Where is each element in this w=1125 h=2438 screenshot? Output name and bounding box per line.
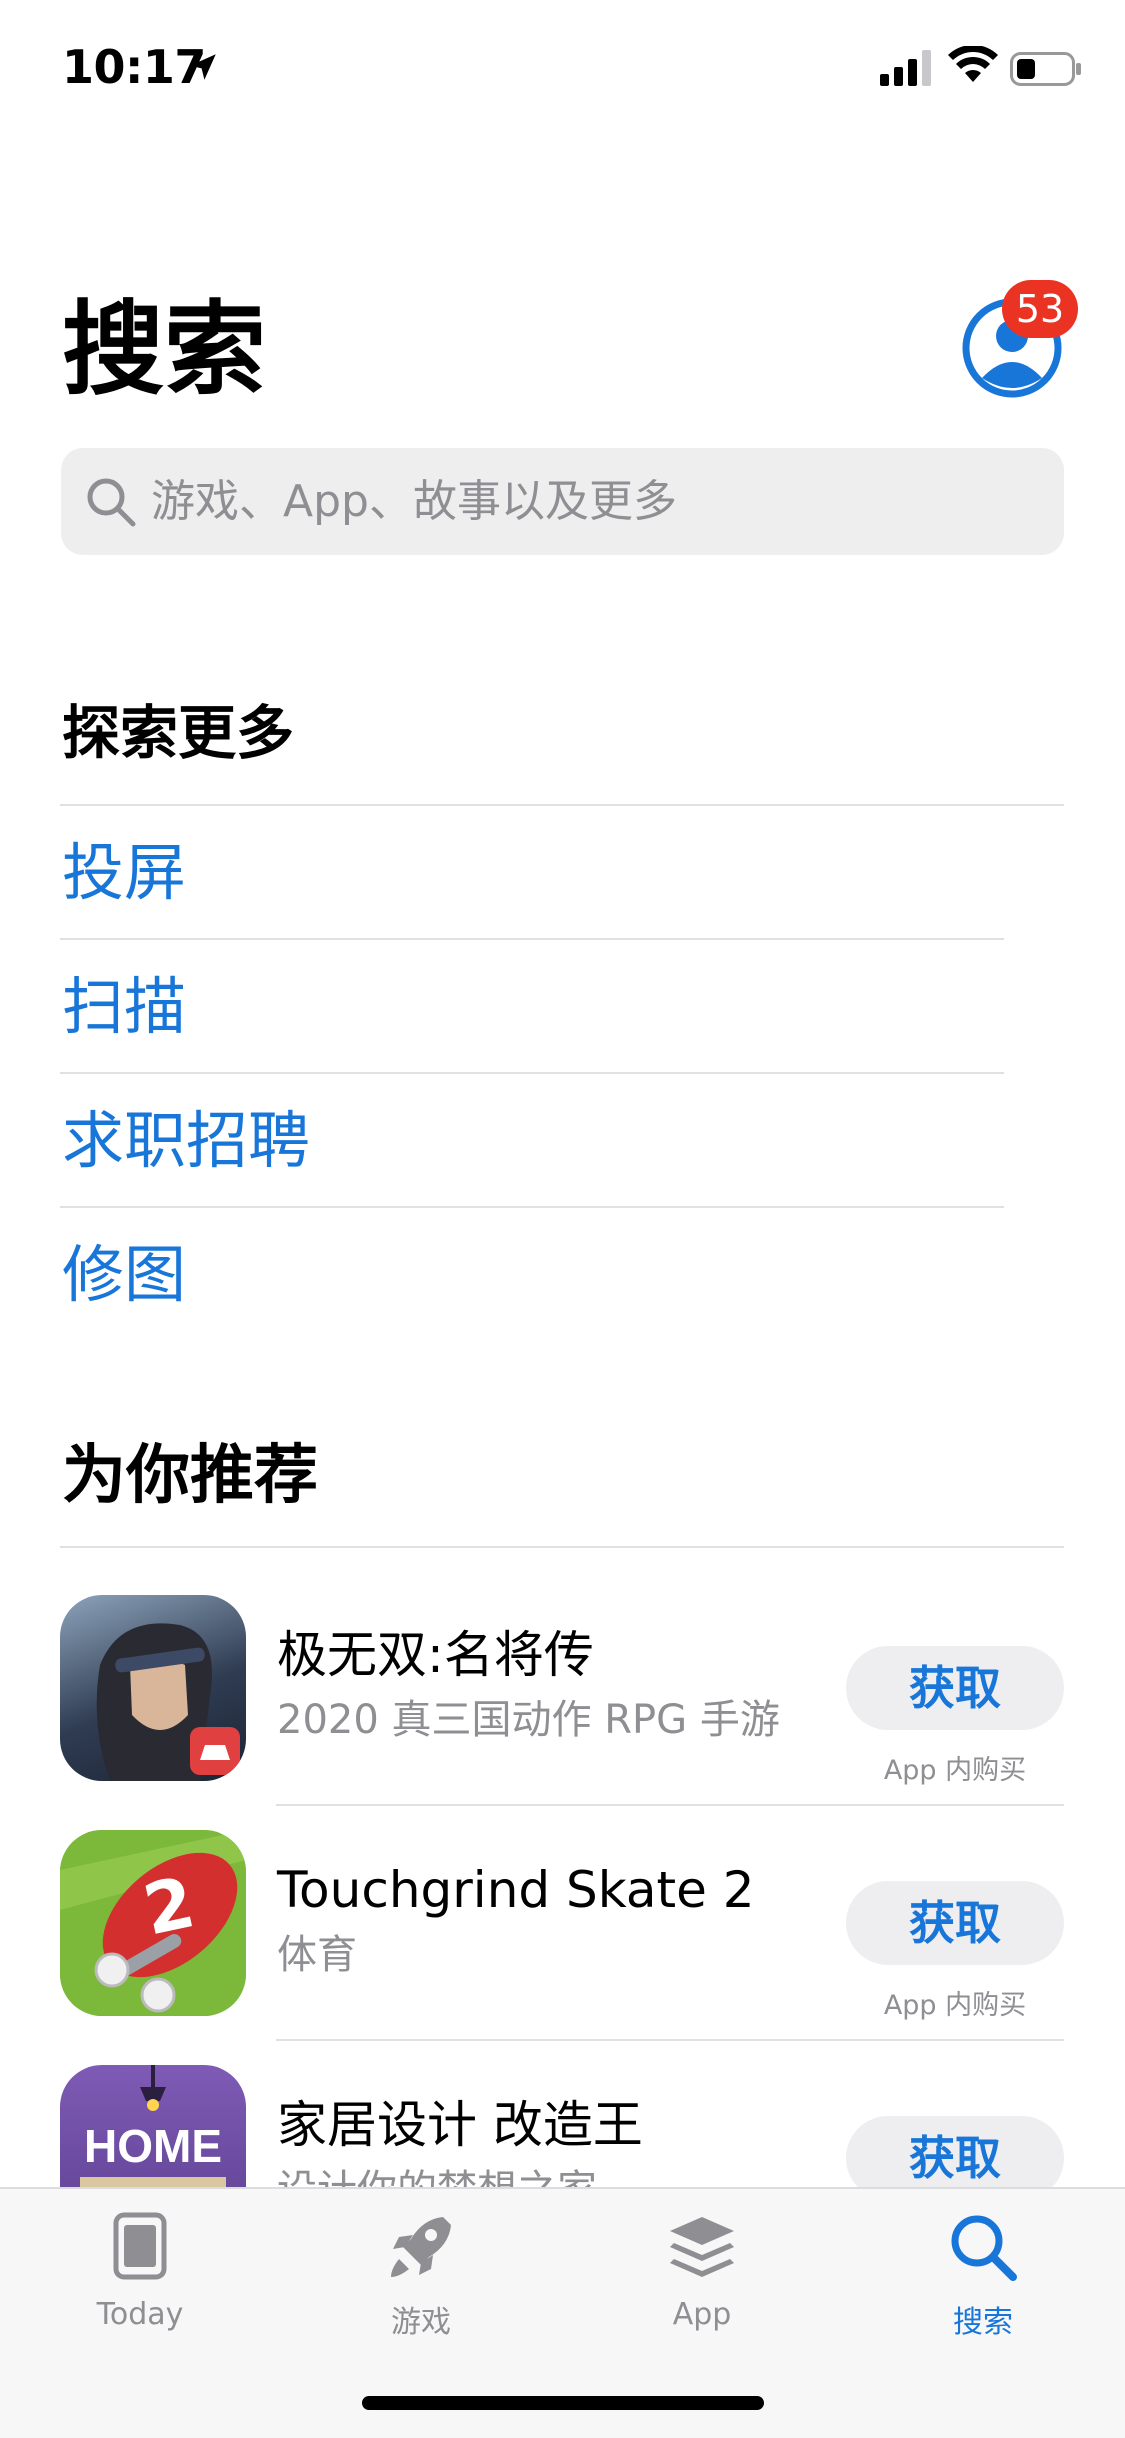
divider [60, 938, 1004, 940]
search-icon [87, 478, 136, 527]
tab-apps[interactable]: App [612, 2209, 792, 2332]
app-icon-jiwushuang[interactable] [60, 1595, 246, 1781]
tab-label: 搜索 [953, 2305, 1013, 2340]
tab-label: 游戏 [391, 2305, 451, 2340]
app-name[interactable]: Touchgrind Skate 2 [277, 1865, 755, 1915]
app-subtitle: 2020 真三国动作 RPG 手游 [277, 1697, 780, 1743]
battery-icon [1010, 52, 1081, 86]
explore-item-photo-edit[interactable]: 修图 [62, 1244, 186, 1306]
search-field[interactable]: 游戏、App、故事以及更多 [61, 448, 1064, 555]
today-icon [113, 2212, 167, 2280]
skateboard-icon: 2 [60, 1830, 246, 2016]
explore-item-scan[interactable]: 扫描 [62, 976, 186, 1038]
in-app-purchase-label: App 内购买 [883, 1990, 1027, 2021]
search-icon [951, 2215, 1017, 2281]
divider [60, 1206, 1004, 1208]
explore-item-jobs[interactable]: 求职招聘 [62, 1110, 310, 1172]
explore-heading: 探索更多 [62, 699, 295, 767]
home-indicator[interactable] [362, 2396, 764, 2410]
recommended-heading: 为你推荐 [62, 1439, 318, 1513]
divider [276, 2039, 1064, 2041]
explore-item-cast[interactable]: 投屏 [62, 842, 186, 904]
warrior-portrait-icon [96, 1623, 240, 1781]
app-name[interactable]: 家居设计 改造王 [277, 2100, 643, 2150]
tab-search[interactable]: 搜索 [893, 2209, 1073, 2341]
get-button[interactable]: 获取 [846, 1646, 1064, 1730]
location-arrow-icon [190, 54, 216, 80]
tab-label: App [672, 2297, 732, 2332]
tab-label: Today [96, 2297, 184, 2332]
status-time: 10:17 [62, 40, 206, 94]
app-icon-touchgrind[interactable]: 2 [60, 1830, 246, 2016]
divider [276, 1804, 1064, 1806]
cellular-signal-icon [880, 50, 931, 86]
wifi-icon [948, 46, 998, 82]
app-name[interactable]: 极无双:名将传 [277, 1630, 594, 1680]
tab-today[interactable]: Today [50, 2209, 230, 2332]
in-app-purchase-label: App 内购买 [883, 1755, 1027, 1786]
app-subtitle: 体育 [277, 1932, 357, 1978]
divider [60, 1546, 1064, 1548]
rocket-icon [391, 2217, 451, 2277]
page-title: 搜索 [62, 291, 266, 410]
divider [60, 804, 1064, 806]
divider [60, 1072, 1004, 1074]
search-placeholder: 游戏、App、故事以及更多 [151, 476, 677, 527]
apps-stack-icon [670, 2217, 734, 2277]
get-button[interactable]: 获取 [846, 1881, 1064, 1965]
app-icon-text: HOME [84, 2120, 222, 2172]
notification-badge: 53 [1002, 280, 1078, 338]
tab-games[interactable]: 游戏 [331, 2209, 511, 2341]
